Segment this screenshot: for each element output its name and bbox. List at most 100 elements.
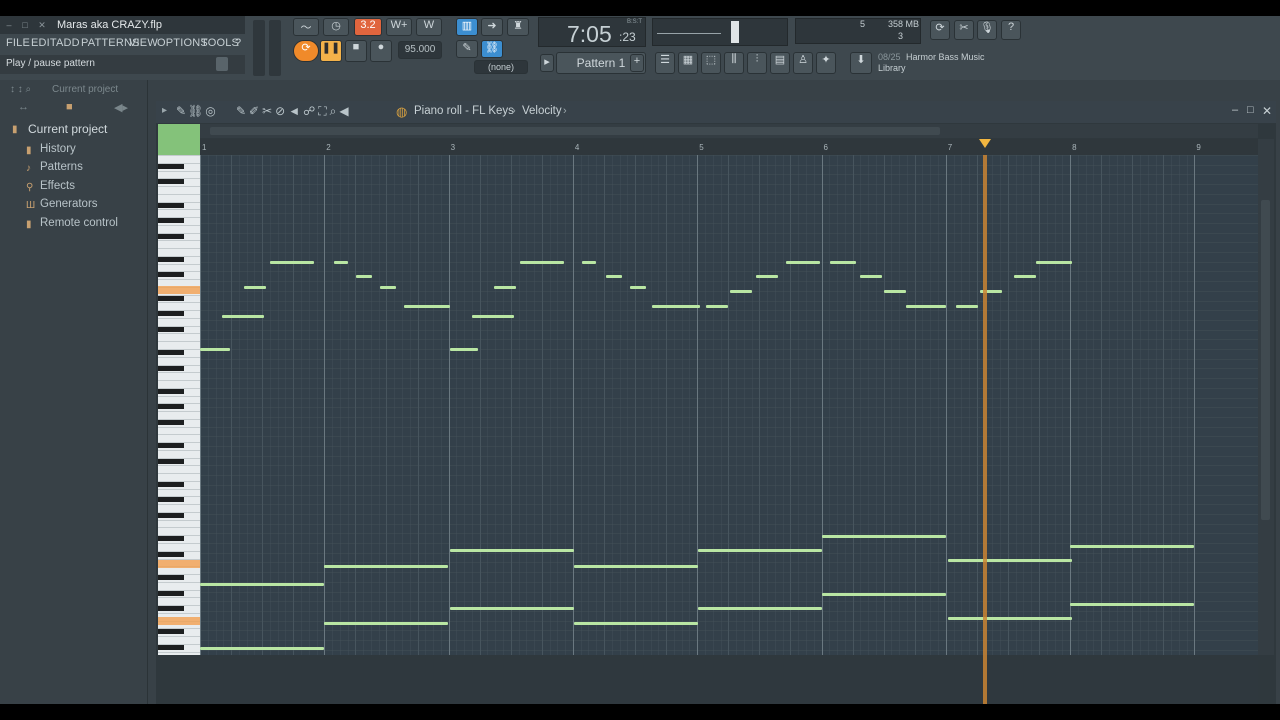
note[interactable]: [698, 607, 822, 610]
refresh-icon[interactable]: ⟳: [930, 20, 950, 40]
tools-icon[interactable]: ✦: [816, 52, 836, 74]
note[interactable]: [830, 261, 856, 264]
step-edit-icon[interactable]: ➜: [481, 18, 503, 36]
master-volume-slider[interactable]: [253, 20, 265, 76]
close-icon[interactable]: ✕: [37, 20, 47, 30]
browser-item-patterns[interactable]: Patterns: [40, 161, 83, 173]
menu-edit[interactable]: EDIT: [31, 37, 57, 49]
snap-icon[interactable]: ▥: [456, 18, 478, 36]
menu-file[interactable]: FILE: [6, 37, 30, 49]
note[interactable]: [450, 549, 574, 552]
note[interactable]: [860, 275, 882, 278]
pr-minimize-icon[interactable]: –: [1232, 104, 1238, 116]
note[interactable]: [450, 607, 574, 610]
blend-icon[interactable]: W+: [386, 18, 412, 36]
menu-add[interactable]: ADD: [56, 37, 80, 49]
channel-rack-icon[interactable]: ⬚: [701, 52, 721, 74]
pattern-prev-icon[interactable]: ▸: [540, 54, 554, 72]
note[interactable]: [244, 286, 266, 289]
note[interactable]: [404, 305, 450, 308]
note[interactable]: [652, 305, 700, 308]
event-editor-area[interactable]: [200, 660, 1258, 704]
midi-device-select[interactable]: (none): [474, 60, 528, 74]
link-icon[interactable]: ⛓: [481, 40, 503, 58]
note[interactable]: [956, 305, 978, 308]
note[interactable]: [324, 565, 448, 568]
news-panel[interactable]: 08/25 Harmor Bass Music Library: [878, 52, 1006, 76]
note[interactable]: [822, 535, 946, 538]
piano-roll-icon[interactable]: ▦: [678, 52, 698, 74]
browser-folder-icon[interactable]: ■: [66, 101, 73, 113]
note[interactable]: [450, 348, 478, 351]
playhead-marker[interactable]: [979, 139, 992, 148]
stop-button[interactable]: ■: [345, 40, 367, 62]
note[interactable]: [200, 583, 324, 586]
note[interactable]: [606, 275, 622, 278]
note[interactable]: [1070, 603, 1194, 606]
browser-item-generators[interactable]: Generators: [40, 198, 98, 210]
song-position-display[interactable]: 7:05 :23 B:S:T: [538, 17, 646, 47]
countdown-icon[interactable]: ✎: [456, 40, 478, 58]
note[interactable]: [574, 565, 698, 568]
channel-settings-icon[interactable]: ⫶: [747, 52, 767, 74]
browser-item-history[interactable]: History: [40, 143, 76, 155]
note[interactable]: [324, 622, 448, 625]
piano-keyboard[interactable]: [158, 155, 200, 655]
note[interactable]: [270, 261, 314, 264]
maximize-icon[interactable]: □: [20, 20, 30, 30]
note[interactable]: [730, 290, 752, 293]
note[interactable]: [356, 275, 372, 278]
note[interactable]: [698, 549, 822, 552]
browser-collapse-icon[interactable]: ↔: [18, 101, 29, 113]
note[interactable]: [906, 305, 946, 308]
note[interactable]: [822, 593, 946, 596]
pause-button[interactable]: ❚❚: [320, 40, 342, 62]
pattern-song-toggle[interactable]: ⟳: [293, 40, 319, 62]
microphone-icon[interactable]: 🎙: [977, 20, 997, 40]
wait-for-input-icon[interactable]: ♜: [507, 18, 529, 36]
note[interactable]: [222, 315, 264, 318]
pattern-add-icon[interactable]: +: [630, 54, 644, 72]
note[interactable]: [948, 559, 1072, 562]
note[interactable]: [756, 275, 778, 278]
metronome-icon[interactable]: ◷: [323, 18, 349, 36]
pr-close-icon[interactable]: ✕: [1262, 104, 1272, 118]
browser-expand-icon[interactable]: ◀▸: [114, 101, 128, 114]
pr-maximize-icon[interactable]: □: [1247, 104, 1254, 116]
piano-roll-target[interactable]: Velocity: [522, 105, 562, 117]
menu-tools[interactable]: TOOLS: [201, 37, 239, 49]
mixer-icon[interactable]: ⫼: [724, 52, 744, 74]
note[interactable]: [1014, 275, 1036, 278]
tempo-display[interactable]: 95.000: [398, 41, 442, 59]
note[interactable]: [1070, 545, 1194, 548]
note[interactable]: [380, 286, 396, 289]
help-icon[interactable]: ?: [1001, 20, 1021, 40]
note[interactable]: [200, 348, 230, 351]
note[interactable]: [520, 261, 564, 264]
master-pitch-slider[interactable]: [269, 20, 281, 76]
rec-mode-button[interactable]: 3.2: [354, 18, 382, 36]
playhead[interactable]: [983, 155, 988, 704]
record-button[interactable]: ●: [370, 40, 392, 62]
download-icon[interactable]: ⬇: [850, 52, 872, 74]
note[interactable]: [1036, 261, 1072, 264]
playlist-icon[interactable]: ☰: [655, 52, 675, 74]
note[interactable]: [574, 622, 698, 625]
menu-view[interactable]: VIEW: [129, 37, 158, 49]
typing-keyboard-icon[interactable]: 〜: [293, 18, 319, 36]
note[interactable]: [630, 286, 646, 289]
tool-icons-left[interactable]: ✎⛓◎: [176, 104, 218, 118]
note[interactable]: [884, 290, 906, 293]
options-arrow-icon[interactable]: ▸: [162, 105, 167, 116]
note-grid[interactable]: [200, 155, 1258, 655]
cut-icon[interactable]: ✂: [954, 20, 974, 40]
browser-root[interactable]: Current project: [28, 122, 107, 136]
edit-tool-icons[interactable]: ✎✐✂⊘◄☍⛶⌕◀: [236, 104, 352, 119]
browser-item-remote-control[interactable]: Remote control: [40, 217, 118, 229]
note[interactable]: [786, 261, 820, 264]
note[interactable]: [472, 315, 514, 318]
zoom-handle[interactable]: [158, 124, 200, 155]
browser-icon[interactable]: ▤: [770, 52, 790, 74]
note[interactable]: [948, 617, 1072, 620]
note[interactable]: [200, 647, 324, 650]
